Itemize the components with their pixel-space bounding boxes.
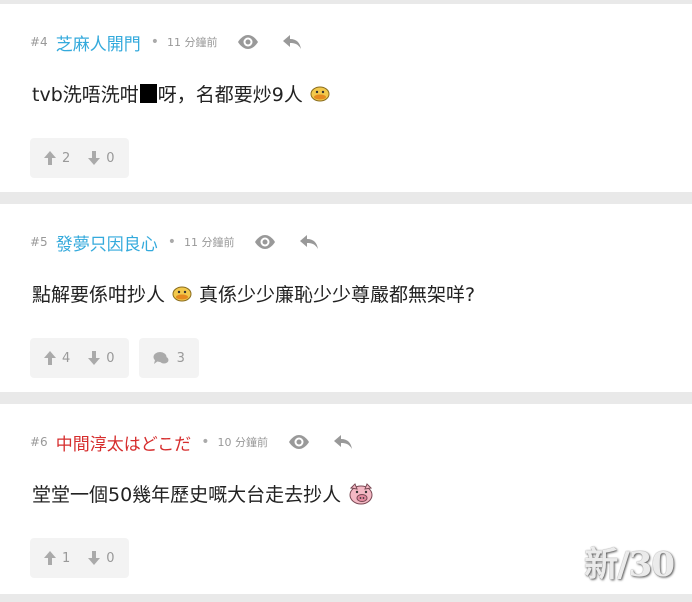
- downvote-button[interactable]: 0: [88, 350, 115, 366]
- censor-block: [139, 84, 157, 103]
- post-time: 11 分鐘前: [166, 36, 218, 49]
- eye-icon[interactable]: [286, 429, 312, 455]
- comment-post-5: #5 發夢只因良心 • 11 分鐘前 點解要係咁抄人 真係少少廉恥少少尊嚴都無架…: [0, 204, 692, 392]
- floor-number: #5: [30, 235, 48, 249]
- thumb-down-arrow-icon: [88, 351, 101, 365]
- upvote-button[interactable]: 1: [44, 551, 70, 566]
- post-content: 點解要係咁抄人 真係少少廉恥少少尊嚴都無架咩?: [32, 280, 475, 307]
- post-actions: 1 0: [30, 538, 139, 578]
- reply-arrow-icon[interactable]: [279, 29, 305, 55]
- content-text: tvb洗唔洗咁: [32, 84, 139, 106]
- reply-arrow-icon[interactable]: [330, 429, 356, 455]
- reply-arrow-icon[interactable]: [296, 229, 322, 255]
- comment-bubble-icon: [153, 352, 169, 364]
- post-actions: 4 0 3: [30, 338, 199, 378]
- separator-dot: •: [167, 234, 176, 250]
- downvote-count: 0: [106, 350, 115, 366]
- vote-box: 1 0: [30, 538, 129, 578]
- post-header: #5 發夢只因良心 • 11 分鐘前: [30, 228, 340, 256]
- duck-emoji-icon: [171, 285, 193, 303]
- floor-number: #4: [30, 35, 48, 49]
- upvote-count: 1: [62, 550, 71, 566]
- post-time: 11 分鐘前: [183, 236, 235, 249]
- reply-count: 3: [176, 350, 185, 366]
- content-text: 堂堂一個50幾年歷史嘅大台走去抄人: [32, 484, 342, 506]
- watermark-logo: 新/30: [584, 545, 675, 585]
- upvote-button[interactable]: 2: [44, 151, 70, 166]
- upvote-count: 4: [62, 350, 71, 366]
- post-content: 堂堂一個50幾年歷史嘅大台走去抄人: [32, 480, 381, 507]
- thumb-down-arrow-icon: [88, 551, 101, 565]
- eye-icon[interactable]: [235, 29, 261, 55]
- downvote-button[interactable]: 0: [88, 150, 115, 166]
- content-text: 呀，名都要炒9人: [157, 84, 303, 106]
- vote-box: 4 0: [30, 338, 129, 378]
- comment-post-4: #4 芝麻人開門 • 11 分鐘前 tvb洗唔洗咁 呀，名都要炒9人 2 0: [0, 4, 692, 192]
- post-header: #6 中間淳太はどこだ • 10 分鐘前: [30, 428, 374, 456]
- downvote-button[interactable]: 0: [88, 550, 115, 566]
- post-actions: 2 0: [30, 138, 139, 178]
- post-time: 10 分鐘前: [217, 436, 268, 449]
- duck-emoji-icon: [309, 85, 331, 103]
- downvote-count: 0: [106, 150, 115, 166]
- separator-dot: •: [201, 434, 210, 450]
- pig-emoji-icon: [347, 482, 375, 506]
- eye-icon[interactable]: [252, 229, 278, 255]
- content-text: 點解要係咁抄人: [32, 284, 166, 306]
- username-link[interactable]: 芝麻人開門: [56, 30, 141, 55]
- thumb-down-arrow-icon: [88, 151, 101, 165]
- vote-box: 2 0: [30, 138, 129, 178]
- floor-number: #6: [30, 435, 48, 449]
- thumb-up-arrow-icon: [44, 351, 56, 365]
- upvote-button[interactable]: 4: [44, 351, 70, 366]
- view-replies-button[interactable]: 3: [138, 338, 199, 378]
- username-link[interactable]: 中間淳太はどこだ: [56, 430, 192, 455]
- username-link[interactable]: 發夢只因良心: [56, 230, 158, 255]
- thumb-up-arrow-icon: [44, 551, 56, 565]
- thumb-up-arrow-icon: [44, 151, 56, 165]
- content-text: 真係少少廉恥少少尊嚴都無架咩?: [199, 284, 476, 306]
- upvote-count: 2: [62, 150, 71, 166]
- separator-dot: •: [150, 34, 159, 50]
- post-header: #4 芝麻人開門 • 11 分鐘前: [30, 28, 323, 56]
- post-content: tvb洗唔洗咁 呀，名都要炒9人: [32, 80, 337, 107]
- downvote-count: 0: [106, 550, 115, 566]
